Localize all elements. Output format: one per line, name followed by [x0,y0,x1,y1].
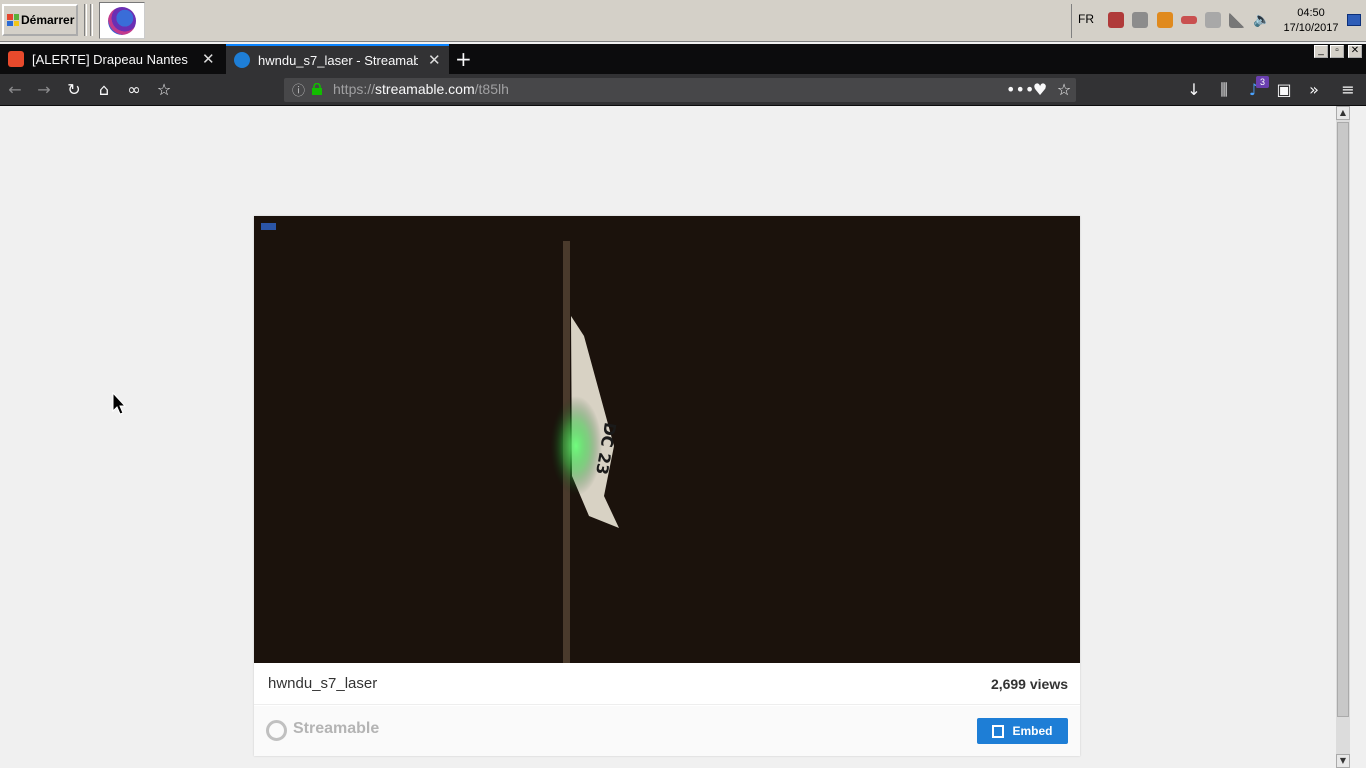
clock-time: 04:50 [1297,7,1325,19]
video-logo-tag [261,223,276,230]
hamburger-menu-icon[interactable]: ≡ [1338,80,1358,100]
info-icon[interactable]: ⓘ [292,80,305,99]
clock[interactable]: 04:50 17/10/2017 [1278,6,1344,36]
streamable-logo-icon[interactable] [266,720,287,741]
tab-favicon-icon [8,51,24,67]
bookmark-page-star-icon[interactable]: ☆ [1054,80,1074,100]
tab-title: hwndu_s7_laser - Streamab [258,52,418,68]
download-icon[interactable]: ↓ [1184,80,1204,100]
new-tab-icon[interactable]: + [455,47,472,71]
embed-button[interactable]: Embed [977,718,1068,744]
windows-logo-icon [7,14,19,26]
library-icon[interactable]: ⫼ [1214,80,1234,100]
scroll-up-icon[interactable]: ▲ [1336,106,1350,120]
bookmark-star-icon[interactable]: ☆ [154,80,174,100]
tab-close-icon[interactable]: ✕ [202,50,215,68]
minimize-window-icon[interactable]: _ [1314,45,1328,58]
url-prefix: https:// [333,81,376,97]
tray-app-icon[interactable] [1108,12,1124,28]
windows-taskbar: Démarrer FR 🔈 04:50 17/10/2017 [0,0,1366,42]
mouse-pointer-icon [112,392,126,415]
firefox-quicklaunch-button[interactable] [99,2,145,39]
home-icon[interactable]: ⌂ [94,80,114,100]
secure-lock-icon[interactable] [311,83,323,95]
video-player[interactable]: DC 23 [254,216,1080,663]
show-desktop-icon[interactable] [1347,14,1361,26]
notification-badge: 3 [1256,76,1269,88]
private-mask-icon[interactable]: ∞ [124,80,144,100]
tab-title: [ALERTE] Drapeau Nantes : r [32,51,192,67]
start-button[interactable]: Démarrer [2,4,78,36]
pocket-icon[interactable]: ♥ [1030,80,1050,100]
tray-package-icon[interactable] [1157,12,1173,28]
tray-drive-icon[interactable] [1132,12,1148,28]
streamable-brand[interactable]: Streamable [293,720,379,738]
overflow-chevron-icon[interactable]: » [1304,80,1324,100]
volume-icon[interactable]: 🔈 [1253,12,1270,28]
back-arrow-icon[interactable]: ← [5,80,25,100]
video-info-row [254,663,1080,705]
video-title: hwndu_s7_laser [268,675,378,692]
taskbar-separator [84,4,87,36]
embed-label: Embed [1012,724,1053,738]
restore-window-icon[interactable]: ▫ [1330,45,1344,58]
close-window-icon[interactable]: ✕ [1348,45,1362,58]
firefox-icon [108,6,136,35]
page-actions-icon[interactable]: ••• [1006,80,1034,100]
tray-device-icon[interactable] [1205,12,1221,28]
scroll-thumb[interactable] [1337,122,1349,717]
start-label: Démarrer [21,13,75,27]
tab-strip: [ALERTE] Drapeau Nantes : r ✕ hwndu_s7_l… [0,44,1366,74]
forward-arrow-icon[interactable]: → [34,80,54,100]
url-text[interactable]: https://streamable.com/t85lh [333,81,509,97]
tab-streamable[interactable]: hwndu_s7_laser - Streamab ✕ [226,44,449,74]
url-path: /t85lh [474,81,509,97]
network-signal-icon[interactable] [1229,12,1245,28]
sidebar-icon[interactable]: ▣ [1274,80,1294,100]
reload-icon[interactable]: ↻ [64,80,84,100]
language-indicator[interactable]: FR [1078,12,1094,26]
tab-close-icon[interactable]: ✕ [428,51,441,69]
tray-alert-icon[interactable] [1181,16,1197,24]
taskbar-separator [90,4,93,36]
view-count: 2,699 views [990,676,1068,692]
tab-alerte-drapeau[interactable]: [ALERTE] Drapeau Nantes : r ✕ [0,44,224,74]
embed-copy-icon [992,724,1005,738]
video-frame-image: DC 23 [254,216,1080,663]
url-host: streamable.com [375,81,475,97]
streamable-favicon-icon [234,52,250,68]
scroll-down-icon[interactable]: ▼ [1336,754,1350,768]
clock-date: 17/10/2017 [1283,22,1339,34]
